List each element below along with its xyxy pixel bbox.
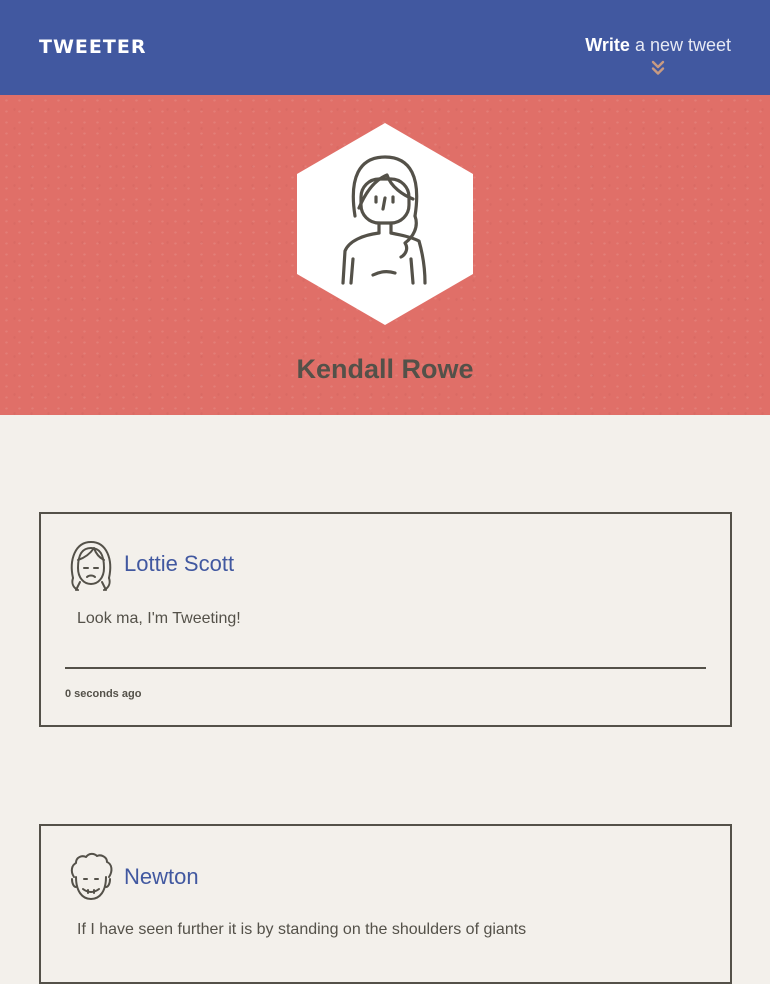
tweet-author-link[interactable]: Lottie Scott bbox=[124, 551, 234, 577]
tweet-card: Lottie Scott Look ma, I'm Tweeting! 0 se… bbox=[39, 512, 732, 727]
girl-face-icon bbox=[70, 541, 112, 591]
tweet-author-link[interactable]: Newton bbox=[124, 864, 199, 890]
top-nav: TWEETER Write a new tweet bbox=[0, 0, 770, 95]
tweet-card: Newton If I have seen further it is by s… bbox=[39, 824, 732, 984]
curly-hair-face-icon bbox=[70, 852, 113, 900]
tweet-divider bbox=[65, 667, 706, 669]
tweet-timestamp: 0 seconds ago bbox=[65, 688, 142, 700]
brand-logo[interactable]: TWEETER bbox=[39, 36, 146, 58]
profile-name: Kendall Rowe bbox=[296, 354, 474, 384]
tweet-text: If I have seen further it is by standing… bbox=[77, 921, 527, 938]
compose-toggle[interactable]: Write a new tweet bbox=[585, 35, 731, 76]
compose-strong-label: Write bbox=[585, 35, 630, 55]
compose-label: a new tweet bbox=[634, 35, 731, 55]
tweet-text: Look ma, I'm Tweeting! bbox=[77, 610, 241, 627]
woman-avatar-icon bbox=[297, 123, 473, 325]
double-chevron-down-icon bbox=[651, 60, 665, 75]
